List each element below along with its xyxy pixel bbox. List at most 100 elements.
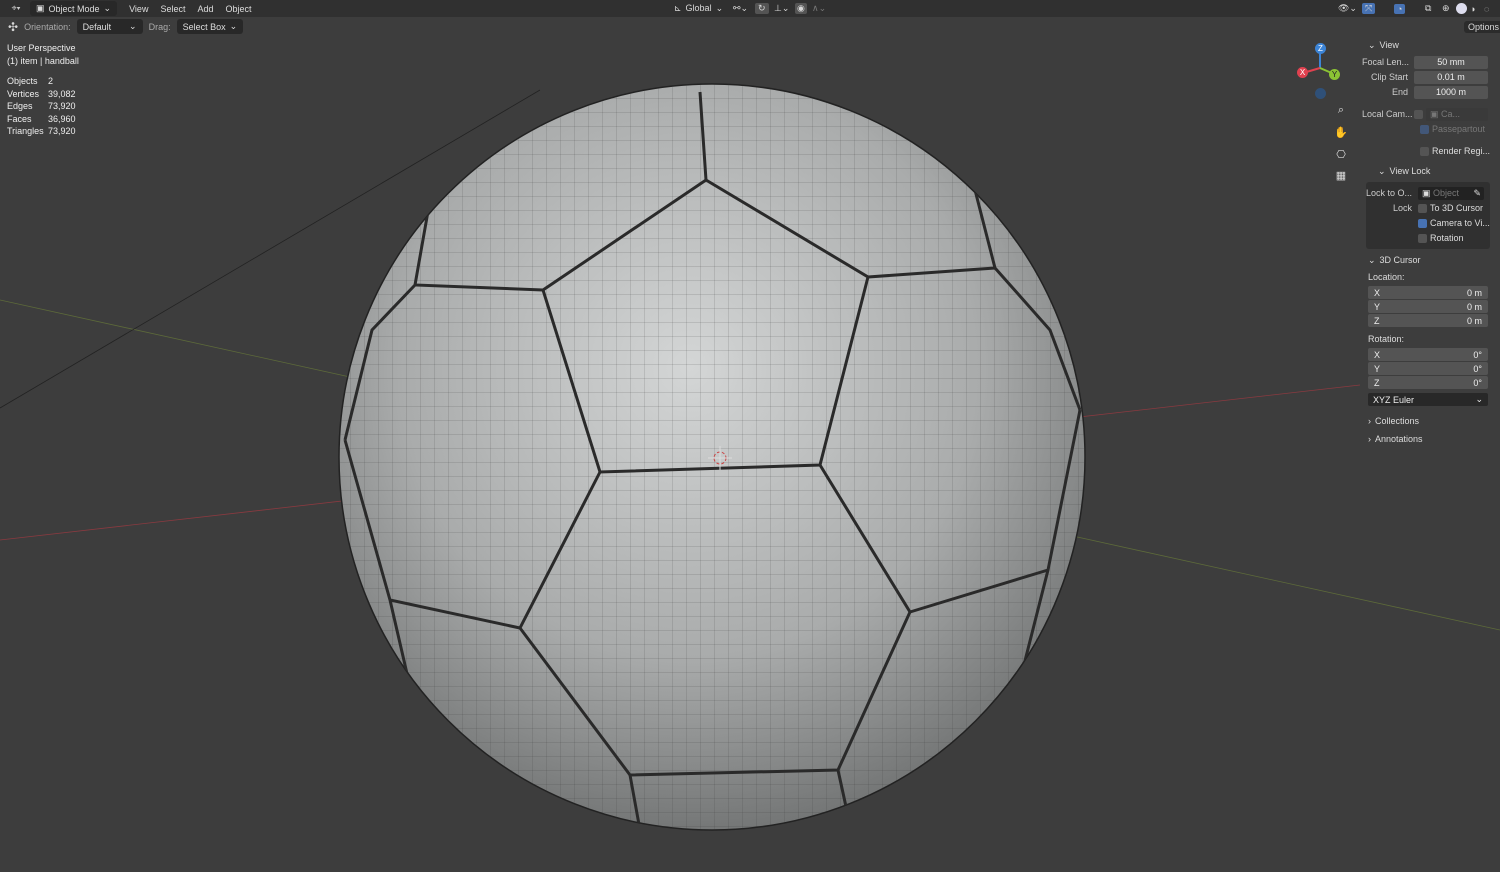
perspective-toggle-icon[interactable]: ▦	[1332, 166, 1350, 184]
cursor-rotation-z[interactable]: Z 0°	[1368, 376, 1488, 389]
visibility-icon[interactable]: 👁⌄	[1338, 3, 1357, 14]
gizmo-toggle-icon[interactable]: ⤧	[1362, 3, 1376, 14]
cursor-location-y[interactable]: Y 0 m	[1368, 300, 1488, 313]
section-title: View	[1379, 40, 1399, 50]
axis-label: X	[1374, 287, 1381, 298]
gizmo-y[interactable]: Y	[1329, 69, 1340, 80]
snap-target-icon[interactable]: ⊥⌄	[774, 3, 789, 14]
local-camera-checkbox[interactable]	[1414, 109, 1423, 119]
axis-label: Z	[1374, 315, 1380, 326]
shading-solid-icon[interactable]	[1456, 3, 1467, 14]
overlays-toggle-icon[interactable]: ◔	[1394, 3, 1406, 14]
3d-cursor-section-header[interactable]: ⌄ 3D Cursor	[1362, 251, 1494, 269]
transform-tool-icon[interactable]: ✣	[8, 20, 18, 34]
cursor-rotation-x[interactable]: X 0°	[1368, 348, 1488, 361]
options-button[interactable]: Options	[1464, 21, 1500, 33]
object-info: (1) item | handball	[7, 55, 79, 66]
collections-section-header[interactable]: › Collections	[1362, 412, 1494, 430]
render-region-label: Render Regi...	[1432, 146, 1491, 156]
axis-value: 0 m	[1466, 301, 1482, 312]
cursor-rotation-y[interactable]: Y 0°	[1368, 362, 1488, 375]
stat-label: Faces	[7, 113, 32, 124]
axis-value: 0 m	[1466, 315, 1482, 326]
mode-dropdown[interactable]: ▣ Object Mode ⌄	[30, 1, 118, 16]
shading-material-icon[interactable]: ◑	[1470, 4, 1475, 14]
mode-label: Object Mode	[48, 3, 100, 14]
menu-view[interactable]: View	[123, 4, 154, 14]
viewport-text-info: User Perspective (1) item | handball Obj…	[7, 42, 79, 138]
gizmo-z[interactable]: Z	[1315, 43, 1326, 54]
view-lock-section-header[interactable]: ⌄ View Lock	[1362, 162, 1494, 180]
stat-value: 36,960	[48, 113, 76, 124]
drag-value: Select Box	[182, 21, 226, 32]
location-label: Location:	[1368, 272, 1405, 282]
transform-orientation-dropdown[interactable]: ⊾ Global ⌄	[674, 3, 723, 14]
navigation-gizmo[interactable]: Z X Y	[1295, 40, 1345, 100]
pivot-icon[interactable]: ⚯⌄	[733, 3, 748, 14]
axis-label: Z	[1374, 377, 1380, 388]
lock-to-object-field[interactable]: ▣ Object ✎	[1418, 186, 1484, 200]
scene-statistics: Objects 2 Vertices 39,082 Edges 73,920 Face…	[7, 75, 79, 138]
local-camera-field[interactable]: ▣ Ca...	[1426, 107, 1488, 121]
axes-icon: ⊾	[674, 3, 682, 13]
stat-value: 73,920	[48, 126, 76, 136]
clip-start-field[interactable]: 0.01 m	[1414, 70, 1488, 84]
focal-length-field[interactable]: 50 mm	[1414, 55, 1488, 69]
zoom-icon[interactable]: ⌕	[1332, 101, 1350, 119]
focal-length-label: Focal Len...	[1362, 57, 1410, 67]
stat-label: Edges	[7, 101, 33, 111]
stat-value: 73,920	[48, 101, 76, 111]
gizmo-x[interactable]: X	[1297, 67, 1308, 78]
shading-rendered-icon[interactable]: ◌	[1484, 4, 1489, 14]
shading-wireframe-icon[interactable]: ⊕	[1442, 3, 1450, 14]
rotation-label: Rotation:	[1368, 334, 1405, 344]
chevron-right-icon: ›	[1368, 416, 1371, 426]
menu-add[interactable]: Add	[191, 4, 219, 14]
axis-label: X	[1374, 349, 1381, 360]
orientation-value: Default	[82, 21, 112, 32]
clip-end-field[interactable]: 1000 m	[1414, 85, 1488, 99]
snap-icon[interactable]: ↻	[755, 3, 769, 14]
stat-label: Triangles	[7, 126, 44, 136]
viewport-header: ⌖▾ ▣ Object Mode ⌄ View Select Add Object …	[0, 0, 1500, 17]
menu-object[interactable]: Object	[219, 4, 257, 14]
sidebar-n-panel: ⌄ View Focal Len... 50 mm Clip Start 0.01 m…	[1362, 36, 1494, 466]
passepartout-checkbox[interactable]	[1420, 124, 1429, 134]
render-region-checkbox[interactable]	[1420, 146, 1429, 156]
orientation-dropdown[interactable]: Default ⌄	[76, 19, 143, 34]
cursor-location-z[interactable]: Z 0 m	[1368, 314, 1488, 327]
editor-type-icon[interactable]: ⌖▾	[8, 3, 24, 14]
falloff-icon[interactable]: ∧⌄	[812, 3, 826, 14]
lock-to-object-placeholder: Object	[1433, 188, 1460, 198]
annotations-section-header[interactable]: › Annotations	[1362, 430, 1494, 448]
view-section-header[interactable]: ⌄ View	[1362, 36, 1494, 54]
stat-value: 39,082	[48, 88, 76, 99]
view-name: User Perspective	[7, 43, 76, 53]
pan-hand-icon[interactable]: ✋	[1332, 123, 1350, 141]
clip-end-label: End	[1391, 87, 1408, 97]
proportional-edit-icon[interactable]: ◉	[795, 3, 807, 14]
stat-label: Vertices	[7, 88, 40, 99]
object-mode-icon: ▣	[36, 3, 45, 13]
axis-value: 0°	[1473, 349, 1482, 360]
axis-value: 0 m	[1466, 287, 1482, 298]
xray-icon[interactable]: ⧉	[1425, 3, 1431, 14]
eyedropper-icon[interactable]: ✎	[1473, 188, 1484, 199]
gizmo-neg-z[interactable]	[1315, 88, 1326, 99]
view-lock-box: Lock to O... ▣ Object ✎ Lock To 3D Cursor C…	[1366, 182, 1490, 249]
chevron-down-icon: ⌄	[1378, 165, 1386, 176]
cursor-location-x[interactable]: X 0 m	[1368, 286, 1488, 299]
drag-dropdown[interactable]: Select Box ⌄	[176, 19, 244, 34]
viewport-scene[interactable]	[0, 0, 1500, 872]
lock-to-cursor-label: To 3D Cursor	[1430, 203, 1484, 213]
lock-to-cursor-checkbox[interactable]	[1418, 203, 1427, 213]
section-title: Annotations	[1375, 434, 1423, 444]
section-title: View Lock	[1389, 166, 1431, 176]
rotation-mode-dropdown[interactable]: XYZ Euler ⌄	[1368, 393, 1488, 406]
camera-view-icon[interactable]: ⎔	[1332, 145, 1350, 163]
camera-to-view-checkbox[interactable]	[1418, 218, 1427, 228]
chevron-down-icon: ⌄	[1368, 39, 1376, 50]
orientation-label: Global	[685, 3, 712, 13]
lock-rotation-checkbox[interactable]	[1418, 233, 1427, 243]
menu-select[interactable]: Select	[154, 4, 191, 14]
